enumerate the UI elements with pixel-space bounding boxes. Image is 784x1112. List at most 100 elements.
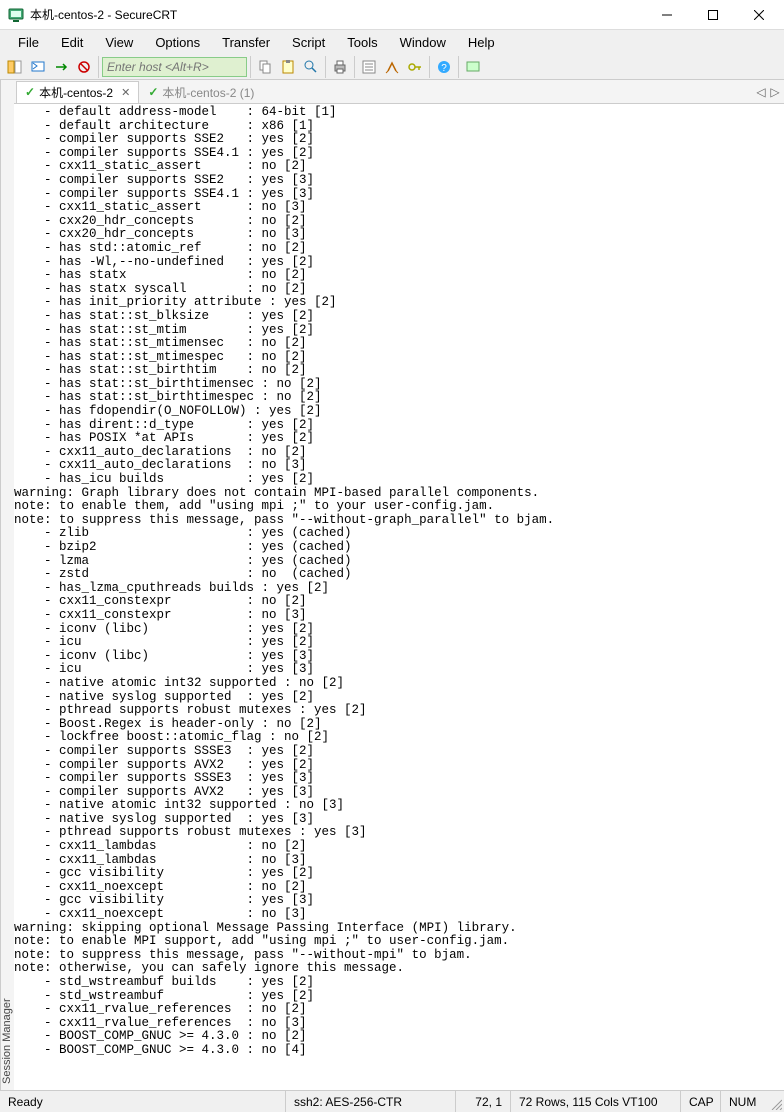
app-icon — [8, 7, 24, 23]
terminal-line: - has std::atomic_ref : no [2] — [14, 242, 784, 256]
terminal-line: - has stat::st_blksize : yes [2] — [14, 310, 784, 324]
menu-file[interactable]: File — [8, 32, 49, 53]
terminal-line: - has stat::st_mtimensec : no [2] — [14, 337, 784, 351]
terminal-line: - native syslog supported : yes [2] — [14, 691, 784, 705]
terminal-line: - cxx11_constexpr : no [2] — [14, 595, 784, 609]
terminal-line: - has stat::st_birthtim : no [2] — [14, 364, 784, 378]
terminal-line: note: to suppress this message, pass "--… — [14, 949, 784, 963]
terminal-line: - has stat::st_mtim : yes [2] — [14, 324, 784, 338]
terminal-line: - std_wstreambuf : yes [2] — [14, 990, 784, 1004]
terminal-line: - has -Wl,--no-undefined : yes [2] — [14, 256, 784, 270]
tab-inactive[interactable]: ✓ 本机-centos-2 (1) — [139, 81, 263, 103]
quick-connect-icon[interactable] — [27, 56, 49, 78]
terminal-line: note: otherwise, you can safely ignore t… — [14, 962, 784, 976]
connect-icon[interactable] — [50, 56, 72, 78]
terminal-line: - cxx11_auto_declarations : no [3] — [14, 459, 784, 473]
host-input[interactable] — [102, 57, 247, 77]
terminal-line: - compiler supports SSE2 : yes [2] — [14, 133, 784, 147]
terminal-line: note: to enable them, add "using mpi ;" … — [14, 500, 784, 514]
terminal-line: - cxx20_hdr_concepts : no [2] — [14, 215, 784, 229]
session-manager-sidetab[interactable]: Session Manager — [0, 80, 14, 1090]
terminal-line: warning: Graph library does not contain … — [14, 487, 784, 501]
terminal-line: - compiler supports SSE4.1 : yes [3] — [14, 188, 784, 202]
status-cap: CAP — [681, 1091, 721, 1112]
terminal-line: - has fdopendir(O_NOFOLLOW) : yes [2] — [14, 405, 784, 419]
titlebar: 本机-centos-2 - SecureCRT — [0, 0, 784, 30]
menubar: File Edit View Options Transfer Script T… — [0, 30, 784, 54]
settings-icon[interactable] — [381, 56, 403, 78]
menu-options[interactable]: Options — [145, 32, 210, 53]
terminal-line: - compiler supports AVX2 : yes [2] — [14, 759, 784, 773]
terminal-line: - has init_priority attribute : yes [2] — [14, 296, 784, 310]
terminal-line: - gcc visibility : yes [3] — [14, 894, 784, 908]
session-manager-icon[interactable] — [4, 56, 26, 78]
tab-prev-icon[interactable]: ◁ — [754, 85, 768, 99]
terminal-line: - has statx syscall : no [2] — [14, 283, 784, 297]
print-icon[interactable] — [329, 56, 351, 78]
check-icon: ✓ — [148, 85, 158, 99]
terminal-line: - cxx20_hdr_concepts : no [3] — [14, 228, 784, 242]
tab-next-icon[interactable]: ▷ — [768, 85, 782, 99]
terminal-line: - has_lzma_cputhreads builds : yes [2] — [14, 582, 784, 596]
terminal-line: - default architecture : x86 [1] — [14, 120, 784, 134]
terminal-line: - has POSIX *at APIs : yes [2] — [14, 432, 784, 446]
terminal-line: - icu : yes [3] — [14, 663, 784, 677]
menu-edit[interactable]: Edit — [51, 32, 93, 53]
terminal-line: - BOOST_COMP_GNUC >= 4.3.0 : no [4] — [14, 1044, 784, 1058]
terminal-line: - has stat::st_mtimespec : no [2] — [14, 351, 784, 365]
menu-transfer[interactable]: Transfer — [212, 32, 280, 53]
terminal-line: - native atomic int32 supported : no [3] — [14, 799, 784, 813]
terminal-line: - cxx11_lambdas : no [3] — [14, 854, 784, 868]
check-icon: ✓ — [25, 85, 35, 99]
status-num: NUM — [721, 1091, 766, 1112]
maximize-button[interactable] — [690, 0, 736, 30]
disconnect-icon[interactable] — [73, 56, 95, 78]
terminal-line: - std_wstreambuf builds : yes [2] — [14, 976, 784, 990]
properties-icon[interactable] — [358, 56, 380, 78]
terminal-line: - cxx11_static_assert : no [2] — [14, 160, 784, 174]
find-icon[interactable] — [300, 56, 322, 78]
key-icon[interactable] — [404, 56, 426, 78]
status-cursor: 72, 1 — [456, 1091, 511, 1112]
tab-active[interactable]: ✓ 本机-centos-2 ✕ — [16, 81, 139, 103]
menu-view[interactable]: View — [95, 32, 143, 53]
terminal-line: - bzip2 : yes (cached) — [14, 541, 784, 555]
terminal-line: - pthread supports robust mutexes : yes … — [14, 704, 784, 718]
menu-script[interactable]: Script — [282, 32, 335, 53]
paste-icon[interactable] — [277, 56, 299, 78]
terminal-line: - compiler supports SSE2 : yes [3] — [14, 174, 784, 188]
help-icon[interactable]: ? — [433, 56, 455, 78]
terminal-line: - compiler supports AVX2 : yes [3] — [14, 786, 784, 800]
terminal[interactable]: - default address-model : 64-bit [1] - d… — [14, 104, 784, 1090]
minimize-button[interactable] — [644, 0, 690, 30]
terminal-line: - cxx11_constexpr : no [3] — [14, 609, 784, 623]
statusbar: Ready ssh2: AES-256-CTR 72, 1 72 Rows, 1… — [0, 1090, 784, 1112]
terminal-line: - pthread supports robust mutexes : yes … — [14, 826, 784, 840]
terminal-line: - cxx11_auto_declarations : no [2] — [14, 446, 784, 460]
terminal-line: - lzma : yes (cached) — [14, 555, 784, 569]
terminal-line: note: to enable MPI support, add "using … — [14, 935, 784, 949]
about-icon[interactable] — [462, 56, 484, 78]
terminal-line: - native syslog supported : yes [3] — [14, 813, 784, 827]
terminal-line: - compiler supports SSSE3 : yes [3] — [14, 772, 784, 786]
terminal-line: - native atomic int32 supported : no [2] — [14, 677, 784, 691]
close-tab-icon[interactable]: ✕ — [121, 86, 130, 99]
copy-icon[interactable] — [254, 56, 276, 78]
terminal-line: - zstd : no (cached) — [14, 568, 784, 582]
status-size: 72 Rows, 115 Cols VT100 — [511, 1091, 681, 1112]
menu-tools[interactable]: Tools — [337, 32, 387, 53]
close-button[interactable] — [736, 0, 782, 30]
menu-help[interactable]: Help — [458, 32, 505, 53]
terminal-line: - icu : yes [2] — [14, 636, 784, 650]
terminal-line: - has_icu builds : yes [2] — [14, 473, 784, 487]
terminal-line: - has stat::st_birthtimensec : no [2] — [14, 378, 784, 392]
resize-grip-icon[interactable] — [770, 1098, 782, 1110]
terminal-line: warning: skipping optional Message Passi… — [14, 922, 784, 936]
terminal-line: - cxx11_static_assert : no [3] — [14, 201, 784, 215]
terminal-line: - iconv (libc) : yes [3] — [14, 650, 784, 664]
terminal-line: - iconv (libc) : yes [2] — [14, 623, 784, 637]
terminal-line: - cxx11_noexcept : no [3] — [14, 908, 784, 922]
terminal-line: - has statx : no [2] — [14, 269, 784, 283]
menu-window[interactable]: Window — [390, 32, 456, 53]
terminal-line: - gcc visibility : yes [2] — [14, 867, 784, 881]
